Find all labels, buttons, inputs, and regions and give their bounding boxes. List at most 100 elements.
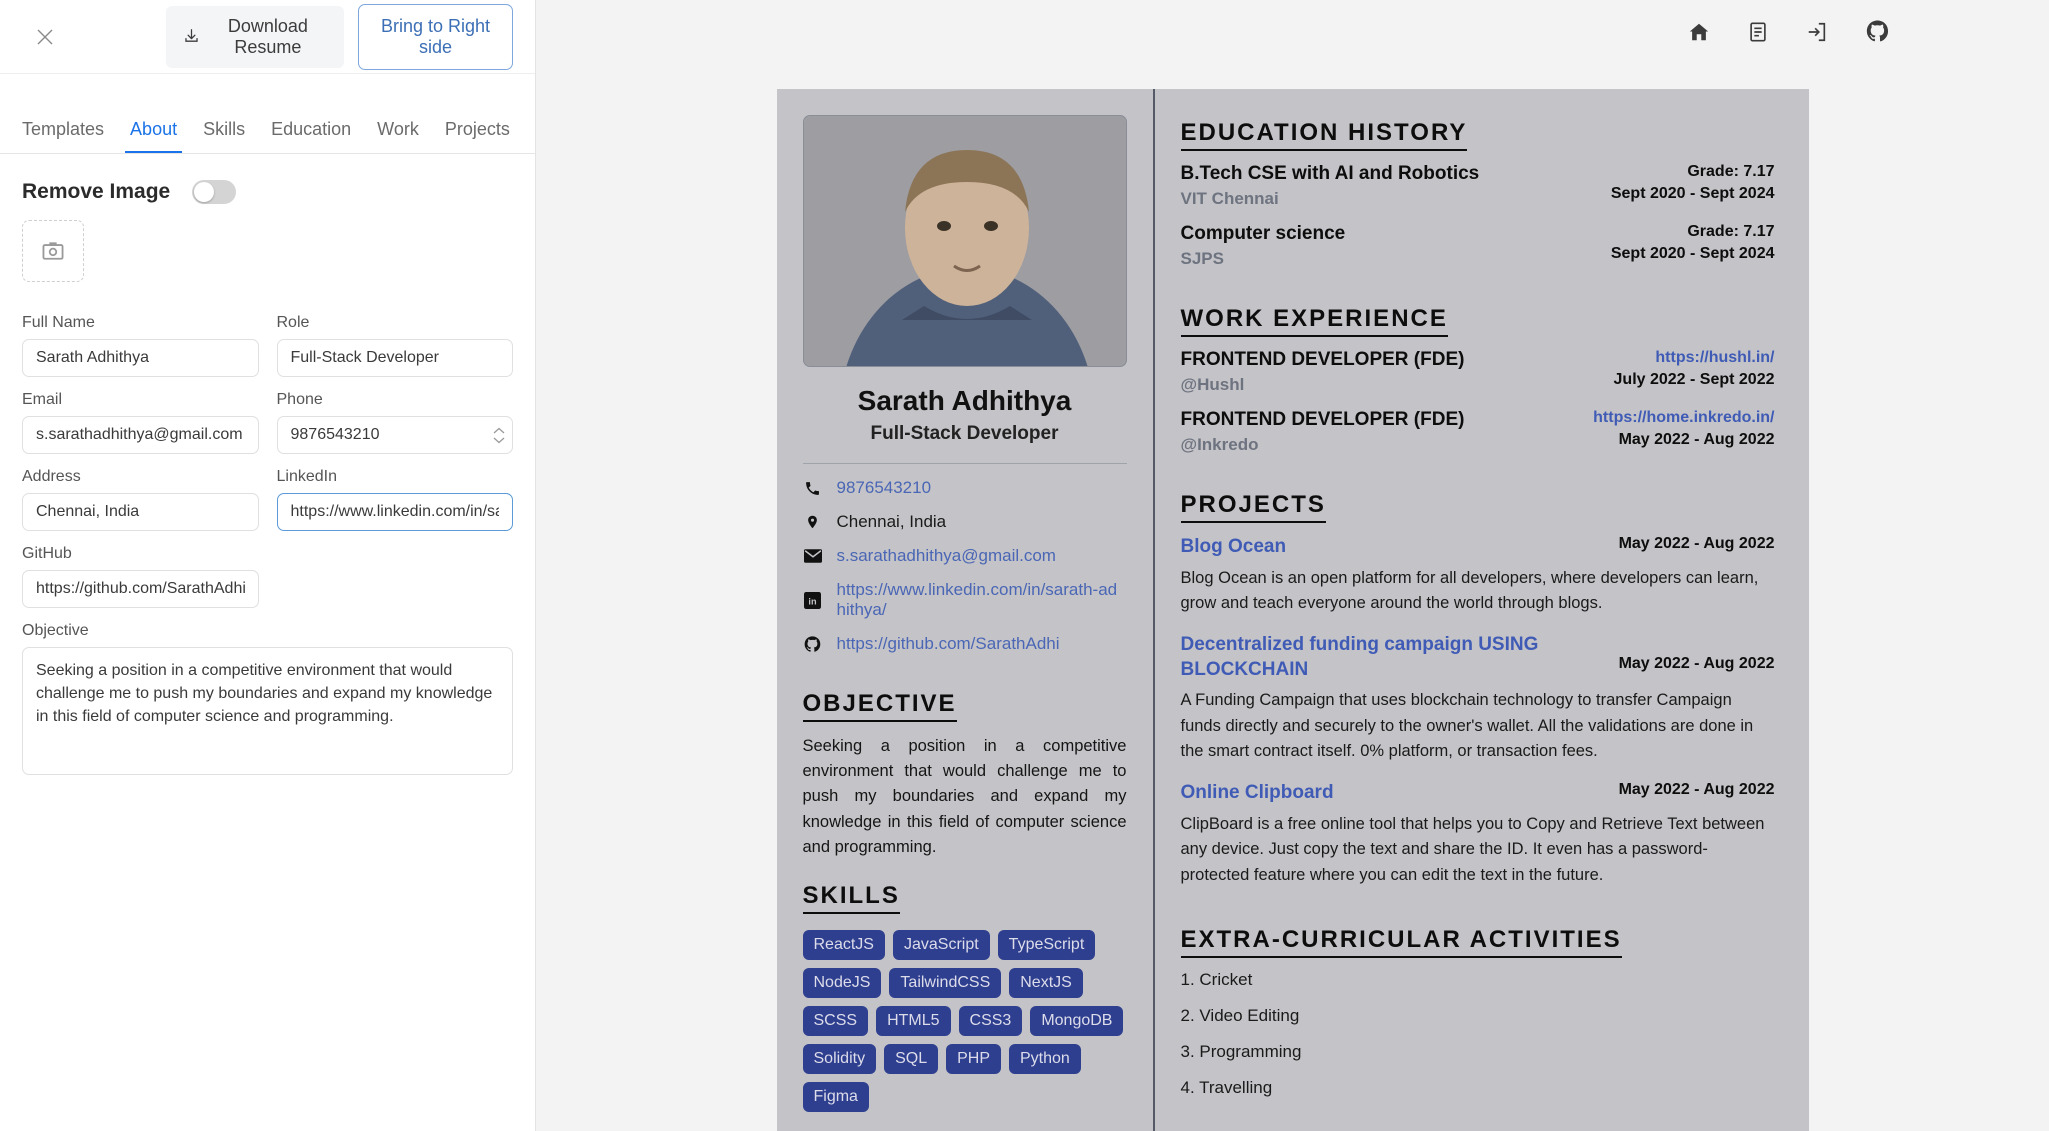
contact-email-text[interactable]: s.sarathadhithya@gmail.com: [837, 546, 1056, 566]
skill-tag: TypeScript: [997, 930, 1096, 961]
skills-tag-list: ReactJS JavaScript TypeScript NodeJS Tai…: [802, 930, 1127, 1113]
project-title[interactable]: Blog Ocean: [1181, 535, 1287, 560]
linkedin-input[interactable]: [276, 493, 513, 531]
about-form-grid: Full Name Role Email Phone: [22, 300, 513, 780]
field-linkedin: LinkedIn: [276, 468, 513, 531]
skill-tag: TailwindCSS: [889, 968, 1002, 999]
eca-heading: EXTRA-CURRICULAR ACTIVITIES: [1180, 926, 1622, 959]
contact-linkedin[interactable]: in https://www.linkedin.com/in/sarath-ad…: [803, 580, 1127, 620]
bring-to-right-side-button[interactable]: Bring to Right side: [357, 3, 513, 70]
document-icon[interactable]: [1748, 21, 1768, 43]
skill-tag: Python: [1009, 1044, 1081, 1075]
app-root: Download Resume Bring to Right side Temp…: [0, 0, 2049, 1131]
education-dates: Sept 2020 - Sept 2024: [1610, 245, 1775, 262]
list-item: 3. Programming: [1180, 1042, 1302, 1062]
address-input[interactable]: [22, 493, 259, 531]
skill-tag: PHP: [946, 1044, 1001, 1075]
tab-templates[interactable]: Templates: [22, 119, 117, 153]
phone-icon: [803, 480, 823, 497]
contact-github[interactable]: https://github.com/SarathAdhi: [803, 634, 1127, 654]
contact-location: Chennai, India: [803, 512, 1127, 532]
download-icon: [183, 28, 200, 45]
education-degree: B.Tech CSE with AI and Robotics: [1180, 163, 1480, 184]
email-input[interactable]: [22, 416, 259, 454]
education-dates: Sept 2020 - Sept 2024: [1610, 185, 1775, 202]
contact-phone-text[interactable]: 9876543210: [837, 478, 932, 498]
project-description: Blog Ocean is an open platform for all d…: [1180, 568, 1759, 613]
email-icon: [803, 549, 823, 563]
objective-text: Seeking a position in a competitive envi…: [802, 737, 1127, 856]
resume-role: Full-Stack Developer: [870, 423, 1059, 444]
login-icon[interactable]: [1806, 21, 1828, 43]
project-title[interactable]: Decentralized funding campaign USING BLO…: [1181, 633, 1599, 682]
email-label: Email: [22, 391, 63, 408]
editor-panel: Download Resume Bring to Right side Temp…: [0, 0, 536, 1131]
skill-tag: HTML5: [876, 1006, 951, 1037]
tab-projects[interactable]: Projects: [432, 119, 523, 153]
resume-left-column: Sarath Adhithya Full-Stack Developer 987…: [776, 89, 1155, 1131]
camera-icon: [42, 241, 64, 261]
github-input[interactable]: [22, 570, 259, 608]
skill-tag: SCSS: [802, 1006, 869, 1037]
preview-topbar: [536, 0, 2049, 63]
work-dates: May 2022 - Aug 2022: [1618, 431, 1775, 448]
editor-topbar-actions: Download Resume Bring to Right side: [165, 3, 513, 70]
role-label: Role: [276, 314, 310, 331]
phone-number-stepper[interactable]: [493, 416, 505, 454]
work-title: FRONTEND DEVELOPER (FDE): [1180, 349, 1465, 370]
image-upload-dropzone[interactable]: [22, 220, 84, 282]
close-icon[interactable]: [31, 20, 60, 54]
svg-text:in: in: [808, 596, 817, 606]
github-label: GitHub: [22, 545, 72, 562]
field-email: Email: [22, 391, 259, 454]
work-url[interactable]: https://home.inkredo.in/: [1593, 409, 1774, 427]
contact-location-text: Chennai, India: [836, 512, 947, 531]
skill-tag: Solidity: [802, 1044, 877, 1075]
education-heading: EDUCATION HISTORY: [1180, 119, 1468, 151]
skill-tag: NodeJS: [802, 968, 882, 999]
education-grade: Grade: 7.17: [1687, 163, 1775, 180]
home-icon[interactable]: [1688, 21, 1710, 43]
github-icon[interactable]: [1866, 20, 1889, 43]
education-item: B.Tech CSE with AI and Robotics VIT Chen…: [1181, 163, 1775, 209]
contact-email[interactable]: s.sarathadhithya@gmail.com: [803, 546, 1127, 566]
field-role: Role: [276, 314, 513, 377]
skills-heading: SKILLS: [802, 882, 900, 915]
tab-about[interactable]: About: [117, 119, 190, 153]
projects-heading: PROJECTS: [1180, 491, 1326, 523]
editor-form: Remove Image Full Name Sarath Adhithya R…: [0, 154, 535, 1131]
work-heading: WORK EXPERIENCE: [1180, 305, 1448, 337]
field-full-name: Full Name: [22, 314, 259, 377]
full-name-input[interactable]: [22, 339, 259, 377]
phone-input[interactable]: [276, 416, 513, 454]
tab-work[interactable]: Work: [364, 119, 432, 153]
avatar: [802, 115, 1127, 367]
download-resume-button[interactable]: Download Resume: [165, 5, 344, 68]
contact-phone[interactable]: 9876543210: [803, 478, 1127, 498]
resume-preview-sheet: Sarath Adhithya Full-Stack Developer 987…: [776, 89, 1809, 1131]
tab-skills[interactable]: Skills: [190, 119, 258, 153]
objective-textarea[interactable]: Seeking a position in a competitive envi…: [22, 647, 513, 775]
resume-name: Sarath Adhithya: [857, 385, 1072, 416]
tab-extra-curricular[interactable]: Extra Cur: [523, 119, 535, 153]
address-label: Address: [22, 468, 81, 485]
project-title[interactable]: Online Clipboard: [1181, 781, 1334, 806]
list-item: 2. Video Editing: [1180, 1006, 1300, 1026]
field-address: Address: [22, 468, 259, 531]
remove-image-toggle[interactable]: [192, 180, 237, 204]
project-dates: May 2022 - Aug 2022: [1618, 654, 1775, 672]
skill-tag: SQL: [884, 1044, 939, 1075]
skill-tag: ReactJS: [802, 930, 885, 961]
github-icon: [803, 635, 823, 653]
work-url[interactable]: https://hushl.in/: [1614, 349, 1774, 367]
linkedin-label: LinkedIn: [276, 468, 338, 485]
role-input[interactable]: [276, 339, 513, 377]
chevron-up-icon[interactable]: [493, 427, 505, 434]
contact-github-text[interactable]: https://github.com/SarathAdhi: [837, 634, 1060, 654]
tab-education[interactable]: Education: [258, 119, 364, 153]
phone-label: Phone: [276, 391, 323, 408]
contact-linkedin-text[interactable]: https://www.linkedin.com/in/sarath-adhit…: [837, 580, 1127, 620]
education-institute: SJPS: [1180, 249, 1224, 268]
work-company: @Inkredo: [1180, 435, 1259, 454]
chevron-down-icon[interactable]: [493, 437, 505, 444]
